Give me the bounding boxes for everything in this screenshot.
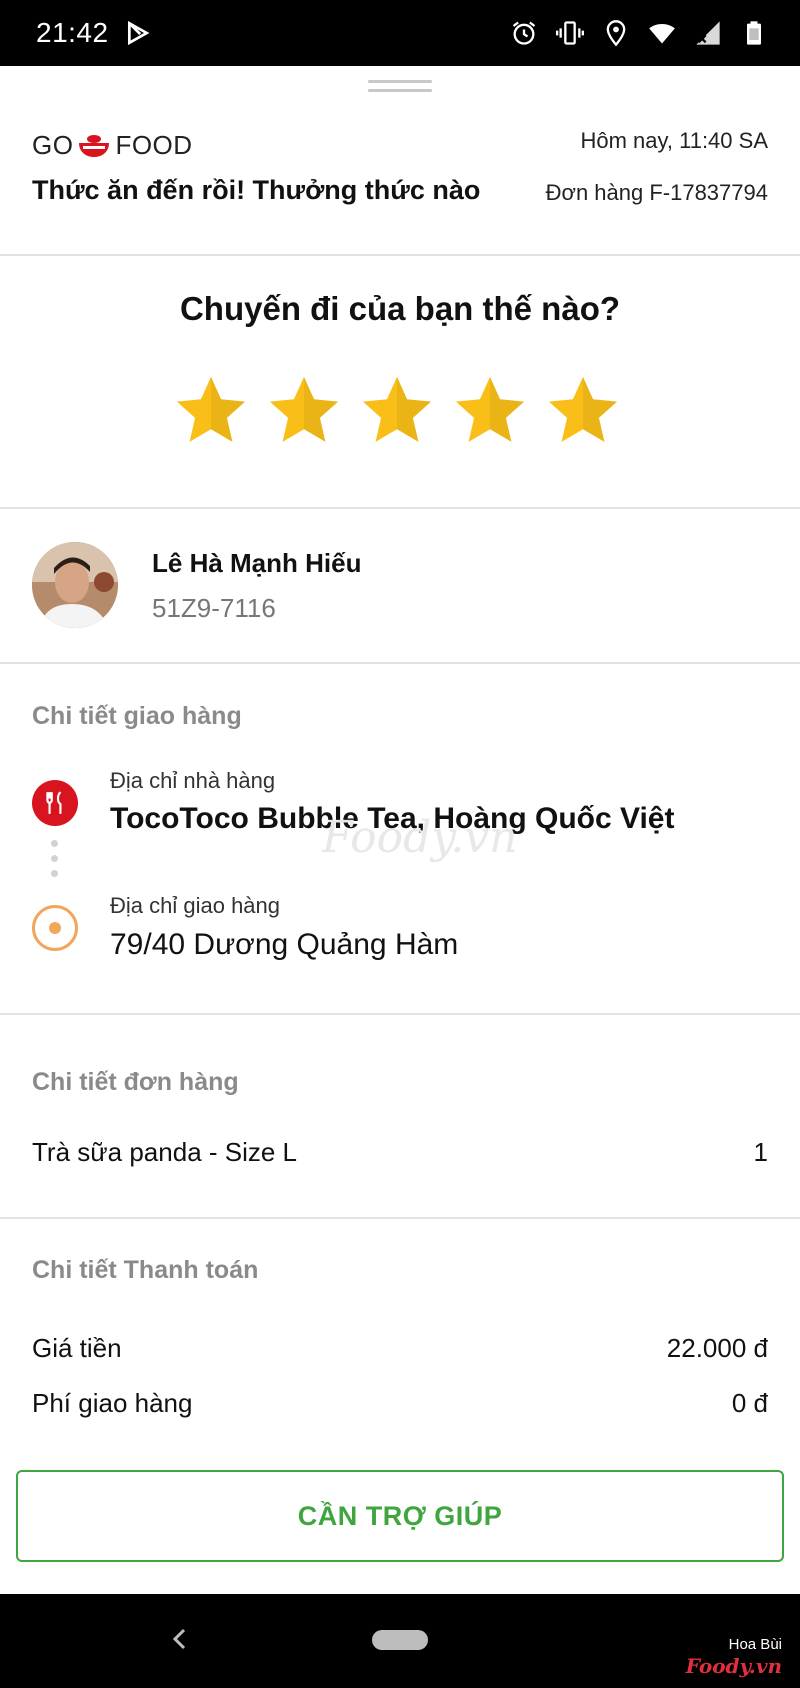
status-time: 21:42 [36,17,109,48]
order-item-qty: 1 [753,1137,768,1167]
driver-avatar [32,542,118,628]
star-icon-3[interactable] [358,372,436,450]
star-icon-5[interactable] [544,372,622,450]
delivery-section-title: Chi tiết giao hàng [32,702,242,730]
battery-icon [747,21,761,45]
status-bar: 21:42 [0,0,800,66]
price-label: Giá tiền [32,1333,122,1363]
rating-question: Chuyến đi của bạn thế nào? [179,290,621,327]
star-icon-2[interactable] [265,372,343,450]
photo-credit-site: Foody.vn [685,1654,782,1678]
watermark: Foody.vn [322,812,518,863]
logo-text-go: GO [32,130,74,160]
restaurant-address-label: Địa chỉ nhà hàng [110,768,276,793]
bowl-icon [79,134,110,157]
order-item-name: Trà sữa panda - Size L [32,1137,298,1167]
driver-plate: 51Z9-7116 [152,593,276,623]
logo-text-food: FOOD [115,130,193,160]
location-icon [606,20,626,47]
divider [0,1013,800,1015]
order-date: Hôm nay, 11:40 SA [580,128,768,153]
price-value: 22.000 đ [666,1333,768,1363]
destination-address: 79/40 Dương Quảng Hàm [110,928,459,961]
back-icon[interactable] [168,1624,192,1654]
alarm-icon [512,21,536,45]
destination-address-label: Địa chỉ giao hàng [110,893,281,918]
destination-pin-icon [32,905,78,951]
route-dots [51,840,59,885]
payment-section-title: Chi tiết Thanh toán [32,1256,259,1284]
divider [0,662,800,664]
page-title: Thức ăn đến rồi! Thưởng thức nào [32,175,481,205]
fork-knife-icon [46,791,62,814]
no-signal-icon [696,21,720,45]
divider [0,507,800,509]
navigation-bar: Hoa Bùi Foody.vn [0,1594,800,1688]
sheet-drag-handle[interactable] [368,80,432,92]
driver-photo [32,542,118,628]
play-store-icon [127,20,150,46]
order-number: Đơn hàng F-17837794 [545,180,768,205]
delivery-fee-value: 0 đ [731,1388,768,1418]
help-button[interactable]: CẦN TRỢ GIÚP [16,1470,784,1562]
divider [0,1217,800,1219]
status-icons [510,19,768,47]
rating-stars [172,372,622,450]
photo-credit-name: Hoa Bùi [728,1636,782,1653]
delivery-fee-label: Phí giao hàng [32,1388,193,1418]
order-section-title: Chi tiết đơn hàng [32,1068,239,1096]
star-icon-4[interactable] [451,372,529,450]
driver-name: Lê Hà Mạnh Hiếu [152,548,362,578]
restaurant-pin [32,780,78,826]
home-pill-button[interactable] [372,1630,428,1650]
star-icon-1[interactable] [172,372,250,450]
divider [0,254,800,256]
gofood-logo: GO FOOD [32,130,193,161]
wifi-icon [649,23,675,44]
order-header: GO FOOD Hôm nay, 11:40 SA Thức ăn đến rồ… [0,110,800,254]
vibrate-icon [556,21,584,45]
